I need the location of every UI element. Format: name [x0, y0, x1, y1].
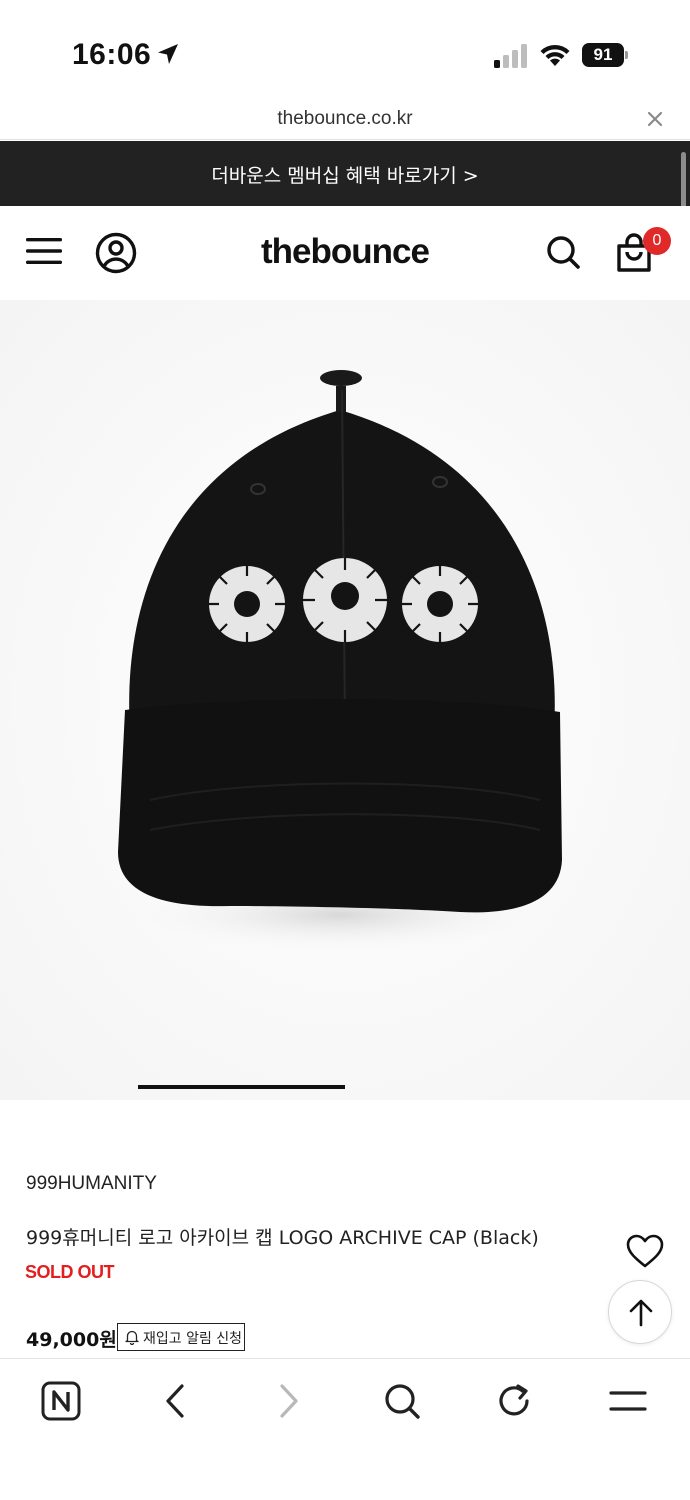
membership-promo-banner[interactable]: 더바운스 멤버십 혜택 바로가기 >: [0, 141, 690, 206]
menu-icon[interactable]: [608, 1381, 648, 1421]
refresh-icon[interactable]: [495, 1381, 535, 1421]
scroll-to-top-button[interactable]: [608, 1280, 672, 1344]
search-icon[interactable]: [545, 234, 581, 270]
heart-icon[interactable]: [625, 1233, 665, 1269]
battery-level: 91: [593, 45, 613, 64]
battery-icon: 91: [582, 43, 628, 67]
status-time: 16:06: [72, 38, 152, 71]
back-icon[interactable]: [156, 1381, 196, 1421]
browser-toolbar: [0, 1358, 690, 1500]
cellular-signal-icon: [494, 44, 527, 68]
carousel-indicator-active[interactable]: [138, 1085, 345, 1089]
arrow-up-icon: [629, 1299, 653, 1327]
restock-button-label: 재입고 알림 신청: [143, 1331, 243, 1347]
price: 49,000원: [26, 1329, 117, 1351]
product-title: 999휴머니티 로고 아카이브 캡 LOGO ARCHIVE CAP (Blac…: [26, 1227, 539, 1249]
carousel-track: [0, 1085, 690, 1089]
search-icon[interactable]: [382, 1381, 422, 1421]
promo-text[interactable]: 더바운스 멤버십 혜택 바로가기 >: [0, 161, 690, 188]
restock-alert-button[interactable]: 재입고 알림 신청: [117, 1323, 245, 1351]
battery-nub: [625, 51, 628, 59]
product-image[interactable]: [0, 300, 690, 1100]
status-bar: 16:06 91: [0, 0, 690, 100]
wifi-icon: [540, 44, 570, 66]
url-text[interactable]: thebounce.co.kr: [0, 108, 690, 130]
close-icon[interactable]: [646, 110, 664, 128]
site-logo[interactable]: thebounce: [0, 232, 690, 272]
sold-out-label: SOLD OUT: [25, 1262, 115, 1282]
cart-count-badge: 0: [643, 227, 671, 255]
naver-home-icon[interactable]: [41, 1381, 81, 1421]
bell-icon: [125, 1330, 139, 1345]
url-bar[interactable]: thebounce.co.kr: [0, 100, 690, 140]
cap-illustration: [0, 300, 690, 1100]
brand-name[interactable]: 999HUMANITY: [26, 1173, 157, 1195]
forward-icon[interactable]: [268, 1381, 308, 1421]
location-arrow-icon: [158, 44, 178, 64]
